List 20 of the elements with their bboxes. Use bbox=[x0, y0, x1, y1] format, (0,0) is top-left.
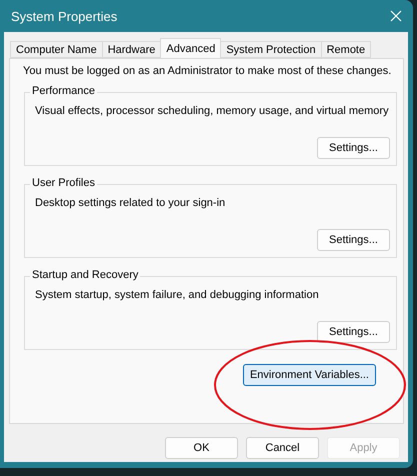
tab[interactable]: Computer Name bbox=[10, 41, 103, 58]
tab[interactable]: Remote bbox=[320, 41, 372, 58]
tab[interactable]: Advanced bbox=[160, 38, 222, 58]
settings-button[interactable]: Settings... bbox=[317, 321, 390, 343]
tab[interactable]: System Protection bbox=[220, 41, 322, 58]
admin-note: You must be logged on as an Administrator to make most of these changes. bbox=[23, 65, 392, 77]
environment-variables-button[interactable]: Environment Variables... bbox=[242, 364, 376, 386]
dialog-button[interactable]: Cancel bbox=[246, 437, 319, 459]
dialog-button[interactable]: OK bbox=[165, 437, 238, 459]
close-icon[interactable] bbox=[390, 10, 402, 22]
group-title: Performance bbox=[30, 85, 97, 97]
tab[interactable]: Hardware bbox=[102, 41, 162, 58]
settings-button[interactable]: Settings... bbox=[317, 229, 390, 251]
group-description: Desktop settings related to your sign-in bbox=[35, 197, 226, 209]
group-title: Startup and Recovery bbox=[30, 269, 140, 281]
group-title: User Profiles bbox=[30, 177, 97, 189]
group-description: System startup, system failure, and debugging information bbox=[35, 289, 319, 301]
group-description: Visual effects, processor scheduling, memory usage, and virtual memory bbox=[35, 105, 389, 117]
settings-button[interactable]: Settings... bbox=[317, 137, 390, 159]
window-title: System Properties bbox=[11, 8, 118, 24]
